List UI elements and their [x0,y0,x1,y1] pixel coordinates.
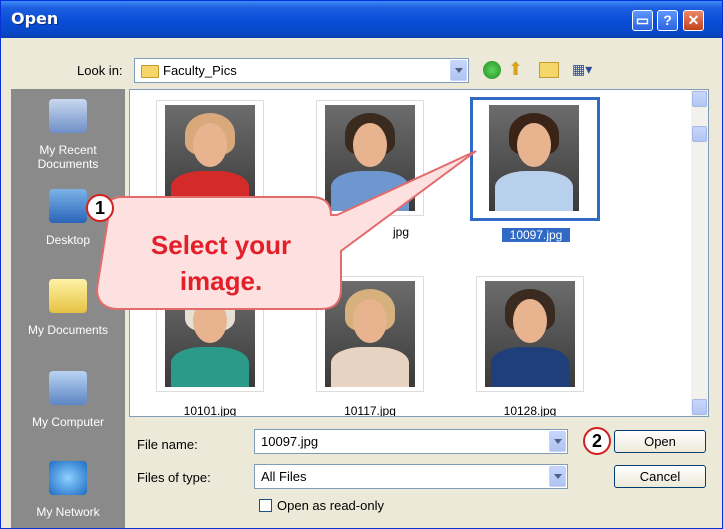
step-badge-1: 1 [86,194,114,222]
step-badge-2: 2 [583,427,611,455]
callout-overlay [95,150,477,310]
open-dialog: Open ▭ ? ✕ Look in: Faculty_Pics ⬆ ▦▾ My… [0,0,723,529]
callout-text: Select your image. [150,230,292,296]
